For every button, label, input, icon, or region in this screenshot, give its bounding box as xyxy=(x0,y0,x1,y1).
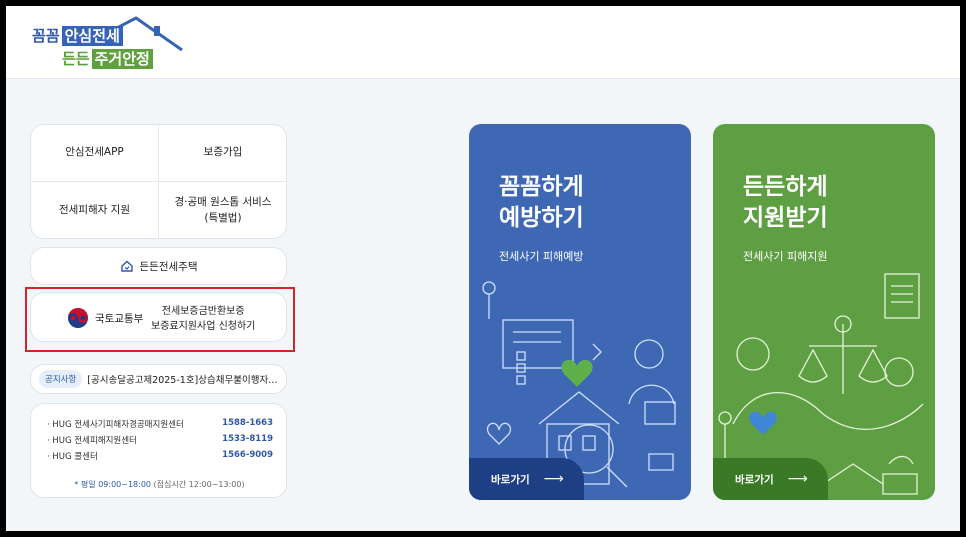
notice-text[interactable]: [공시송달공고제2025-1호]상습채무불이행자… xyxy=(87,372,277,386)
house-icon xyxy=(120,260,133,272)
contact-row: · HUG 콜센터 1566-9009 xyxy=(47,450,273,462)
prevention-card[interactable]: 꼼꼼하게 예방하기 전세사기 피해예방 바로가기 ⟶ xyxy=(469,124,691,500)
contact-row: · HUG 전세사기피해자경공매지원센터 1588-1663 xyxy=(47,418,273,430)
logo-text: 꼼꼼 xyxy=(32,27,60,45)
contact-card: · HUG 전세사기피해자경공매지원센터 1588-1663 · HUG 전세피… xyxy=(30,403,287,498)
menu-guarantee-join[interactable]: 보증가입 xyxy=(159,125,287,182)
support-go-button[interactable]: 바로가기 ⟶ xyxy=(713,458,828,500)
hours-weekday: * 평일 09:00~18:00 xyxy=(74,480,152,489)
site-header: 꼼꼼 안심전세 든든 주거안정 xyxy=(6,6,960,79)
menu-label: 안심전세APP xyxy=(65,146,124,159)
business-hours: * 평일 09:00~18:00 (점심시간 12:00~13:00) xyxy=(31,479,288,490)
notice-bar[interactable]: 공지사항 [공시송달공고제2025-1호]상습채무불이행자… xyxy=(30,364,287,394)
go-button-label: 바로가기 xyxy=(491,473,530,486)
support-title-line2: 지원받기 xyxy=(743,205,828,232)
prevention-go-button[interactable]: 바로가기 ⟶ xyxy=(469,458,584,500)
contact-label: · HUG 전세사기피해자경공매지원센터 xyxy=(47,420,184,430)
page-frame: 꼼꼼 안심전세 든든 주거안정 안심전세APP 보증가입 전세피해자 지원 경·공매… xyxy=(6,6,960,531)
prevention-subtitle: 전세사기 피해예방 xyxy=(499,250,584,263)
arrow-right-icon: ⟶ xyxy=(543,471,564,487)
arrow-right-icon: ⟶ xyxy=(787,471,808,487)
logo-text-box: 주거안정 xyxy=(91,49,153,69)
prevention-title: 꼼꼼하게 예방하기 xyxy=(499,172,584,234)
menu-auction-service[interactable]: 경·공매 원스톱 서비스 (특별법) xyxy=(159,182,287,239)
contact-number[interactable]: 1588-1663 xyxy=(222,418,273,430)
contact-number[interactable]: 1533-8119 xyxy=(222,434,273,446)
logo-text: 든든 xyxy=(62,50,90,68)
support-title-line1: 든든하게 xyxy=(743,174,828,200)
logo-line2: 든든 주거안정 xyxy=(62,48,153,69)
prevention-title-line2: 예방하기 xyxy=(499,205,584,232)
contact-label: · HUG 전세피해지원센터 xyxy=(47,436,137,446)
prevention-title-line1: 꼼꼼하게 xyxy=(499,174,584,200)
support-card[interactable]: 든든하게 지원받기 전세사기 피해지원 바로가기 ⟶ xyxy=(713,124,935,500)
contact-number[interactable]: 1566-9009 xyxy=(222,450,273,462)
menu-label: 보증가입 xyxy=(203,146,243,159)
go-button-label: 바로가기 xyxy=(735,473,774,486)
menu-label: 전세피해자 지원 xyxy=(59,203,130,216)
contact-label: · HUG 콜센터 xyxy=(47,452,98,462)
support-title: 든든하게 지원받기 xyxy=(743,172,828,234)
site-logo[interactable]: 꼼꼼 안심전세 든든 주거안정 xyxy=(26,14,206,74)
dd-house-link[interactable]: 든든전세주택 xyxy=(30,247,287,285)
support-subtitle: 전세사기 피해지원 xyxy=(743,250,828,263)
menu-victim-support[interactable]: 전세피해자 지원 xyxy=(31,182,159,239)
menu-label: 경·공매 원스톱 서비스 (특별법) xyxy=(174,196,272,224)
hours-lunch: (점심시간 12:00~13:00) xyxy=(151,480,245,489)
house-link-label: 든든전세주택 xyxy=(139,260,198,273)
red-highlight-box xyxy=(25,287,295,352)
menu-app[interactable]: 안심전세APP xyxy=(31,125,159,182)
logo-line1: 꼼꼼 안심전세 xyxy=(32,25,123,46)
notice-badge: 공지사항 xyxy=(39,370,83,388)
quick-menu-grid: 안심전세APP 보증가입 전세피해자 지원 경·공매 원스톱 서비스 (특별법) xyxy=(30,124,287,239)
logo-text-box: 안심전세 xyxy=(61,26,123,46)
contact-row: · HUG 전세피해지원센터 1533-8119 xyxy=(47,434,273,446)
